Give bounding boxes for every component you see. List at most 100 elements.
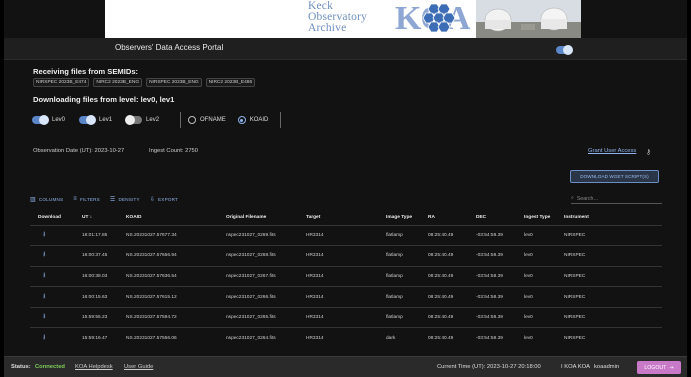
observatory-image <box>476 0 581 38</box>
cell-ingest: lev0 <box>516 224 556 246</box>
ofname-label: OFNAME <box>200 117 226 123</box>
lev1-label: Lev1 <box>99 117 113 123</box>
cell-ingest: lev0 <box>516 286 556 308</box>
download-icon[interactable]: ⭳ <box>30 306 74 328</box>
export-label: EXPORT <box>158 196 179 202</box>
cell-instrument: NIRSPEC <box>556 286 662 308</box>
col-ra[interactable]: RA <box>420 210 468 225</box>
semid-chip: NIRSPEC 2023B_E474 <box>33 78 90 87</box>
cell-koaid: NS.20231027.57556.06 <box>118 327 218 349</box>
density-button[interactable]: ☰ DENSITY <box>110 194 140 204</box>
cell-imtype: flatlamp <box>378 265 420 287</box>
download-icon[interactable]: ⭳ <box>30 265 74 287</box>
cell-ra: 08:25:40.49 <box>420 327 468 349</box>
lev2-toggle[interactable] <box>125 115 143 125</box>
divider <box>180 112 182 128</box>
col-filename[interactable]: Original Filename <box>218 210 298 225</box>
table-row[interactable]: ⭳ 15:59:16.47 NS.20231027.57556.06 nspec… <box>30 327 662 349</box>
cell-target: HR3314 <box>298 265 378 287</box>
cell-target: HR3314 <box>298 306 378 328</box>
density-label: DENSITY <box>118 196 140 202</box>
col-dec[interactable]: DEC <box>468 210 516 225</box>
cell-dec: -03:54:58.39 <box>468 224 516 246</box>
cell-ut: 16:00:15.63 <box>74 286 118 308</box>
cell-koaid: NS.20231027.57615.12 <box>118 286 218 308</box>
cell-koaid: NS.20231027.57677.34 <box>118 224 218 246</box>
cell-filename: nspec231027_0264.fits <box>218 327 298 349</box>
level-lev0[interactable]: Lev0 <box>32 115 65 125</box>
filters-label: FILTERS <box>79 196 100 202</box>
col-ut[interactable]: UT ↓ <box>74 210 118 225</box>
cell-ingest: lev0 <box>516 327 556 349</box>
cell-filename: nspec231027_0265.fits <box>218 306 298 328</box>
col-download[interactable]: Download <box>30 210 74 225</box>
export-button[interactable]: ⇩ EXPORT <box>150 194 178 204</box>
divider <box>280 112 282 128</box>
table-row[interactable]: ⭳ 16:01:17.85 NS.20231027.57677.34 nspec… <box>30 224 662 246</box>
logout-button[interactable]: LOGOUT ⇥ <box>637 361 681 374</box>
logout-label: LOGOUT <box>644 364 667 371</box>
cell-filename: nspec231027_0268.fits <box>218 245 298 267</box>
cell-dec: -03:54:58.39 <box>468 286 516 308</box>
col-target[interactable]: Target <box>298 210 378 225</box>
search-input[interactable]: ⌕ Search… <box>571 194 662 204</box>
header-row: Download UT ↓ KOAID Original Filename Ta… <box>30 210 662 225</box>
cell-dec: -03:54:58.39 <box>468 245 516 267</box>
table-row[interactable]: ⭳ 16:00:37.45 NS.20231027.57656.94 nspec… <box>30 245 662 267</box>
download-icon[interactable]: ⭳ <box>30 224 74 246</box>
current-time: Current Time (UT): 2023-10-27 20:18:00 <box>437 364 541 370</box>
logout-icon: ⇥ <box>669 364 674 371</box>
lev1-toggle[interactable] <box>79 115 97 125</box>
cell-instrument: NIRSPEC <box>556 306 662 328</box>
cell-ingest: lev0 <box>516 245 556 267</box>
col-koaid[interactable]: KOAID <box>118 210 218 225</box>
cell-ra: 08:25:40.49 <box>420 245 468 267</box>
grant-user-access-link[interactable]: Grant User Access <box>588 148 636 154</box>
table-row[interactable]: ⭳ 16:00:15.63 NS.20231027.57615.12 nspec… <box>30 286 662 308</box>
receiving-title: Receiving files from SEMIDs: <box>33 67 139 76</box>
theme-toggle[interactable] <box>556 45 573 55</box>
level-lev2[interactable]: Lev2 <box>125 115 159 125</box>
results-table: Download UT ↓ KOAID Original Filename Ta… <box>30 210 662 349</box>
download-icon[interactable]: ⭳ <box>30 327 74 349</box>
logo-text: Keck Observatory Archive <box>308 0 392 34</box>
download-icon[interactable]: ⭳ <box>30 245 74 267</box>
user-org: I KOA KOA <box>561 364 590 370</box>
search-icon: ⌕ <box>571 195 574 201</box>
connection-status: Connected <box>35 364 65 370</box>
key-icon[interactable]: ⚷ <box>646 148 651 156</box>
radio-circle <box>188 116 197 124</box>
toggle-knob <box>125 115 136 125</box>
koaid-radio[interactable]: KOAID <box>237 116 268 124</box>
cell-ut: 15:59:55.23 <box>74 306 118 328</box>
cell-ingest: lev0 <box>516 265 556 287</box>
status-bar: Status: Connected KOA Helpdesk User Guid… <box>4 356 687 377</box>
ofname-radio[interactable]: OFNAME <box>188 116 226 124</box>
downloading-title: Downloading files from level: lev0, lev1 <box>33 95 175 104</box>
semid-list: NIRSPEC 2023B_E474 NIRC2 2023B_ENG NIRSP… <box>33 78 256 87</box>
table-row[interactable]: ⭳ 16:00:38.03 NS.20231027.57636.54 nspec… <box>30 265 662 287</box>
col-imtype[interactable]: Image Type <box>378 210 420 225</box>
columns-button[interactable]: ▥ COLUMNS <box>30 194 63 204</box>
status-label: Status: <box>11 364 31 370</box>
toggle-knob <box>39 115 49 125</box>
download-icon[interactable]: ⭳ <box>30 286 74 308</box>
cell-instrument: NIRSPEC <box>556 245 662 267</box>
search-placeholder: Search… <box>576 195 599 202</box>
lev0-toggle[interactable] <box>32 115 49 125</box>
sort-down-icon[interactable]: ↓ <box>90 215 92 220</box>
level-lev1[interactable]: Lev1 <box>79 115 113 125</box>
cell-ra: 08:25:40.49 <box>420 265 468 287</box>
table-row[interactable]: ⭳ 15:59:55.23 NS.20231027.57594.72 nspec… <box>30 306 662 328</box>
cell-target: HR3314 <box>298 327 378 349</box>
cell-imtype: dark <box>378 327 420 349</box>
user-guide-link[interactable]: User Guide <box>124 364 153 370</box>
koa-helpdesk-link[interactable]: KOA Helpdesk <box>75 364 113 370</box>
download-wget-script-button[interactable]: DOWNLOAD WGET SCRIPT(S) <box>570 170 659 183</box>
cell-ra: 08:25:40.49 <box>420 224 468 246</box>
cell-koaid: NS.20231027.57636.54 <box>118 265 218 287</box>
col-ingest[interactable]: Ingest Type <box>516 210 556 225</box>
col-instrument[interactable]: Instrument <box>556 210 662 225</box>
cell-ra: 08:25:40.49 <box>420 286 468 308</box>
filters-button[interactable]: ≡ FILTERS <box>73 194 100 204</box>
